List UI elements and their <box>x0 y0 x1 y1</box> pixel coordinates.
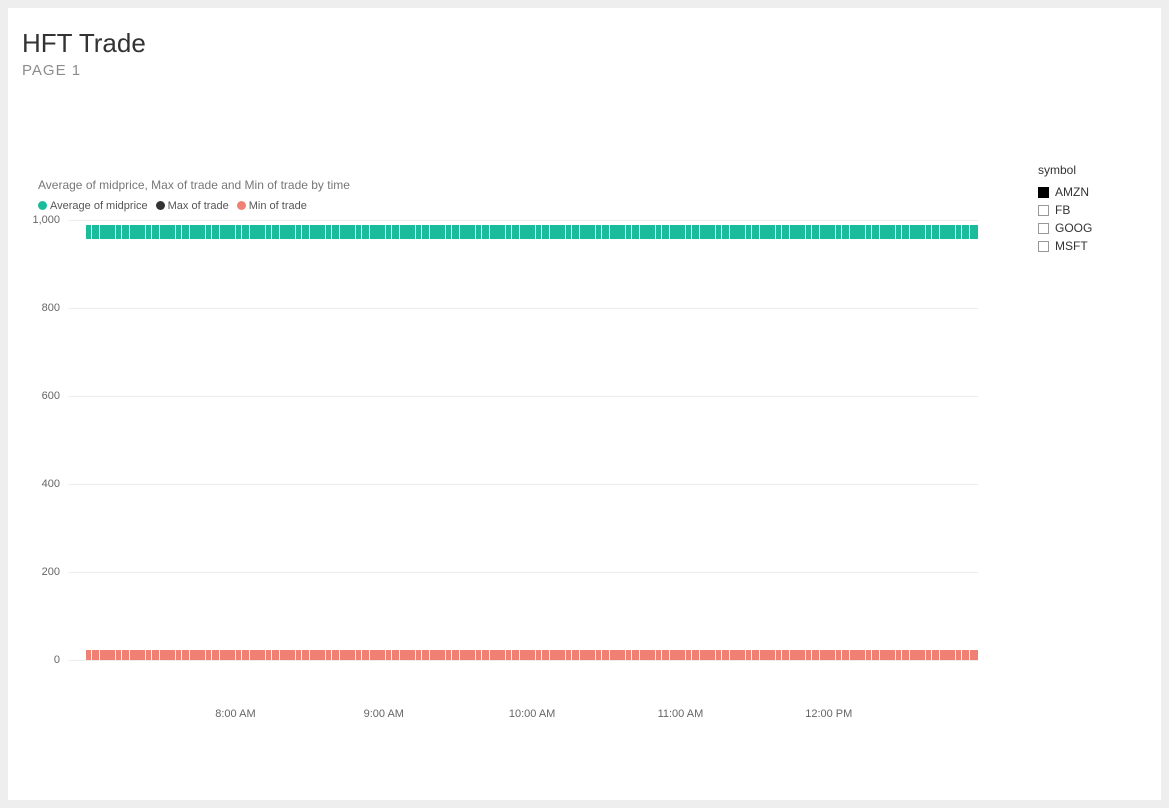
gridline <box>68 660 978 661</box>
gridline <box>68 396 978 397</box>
y-tick-label: 1,000 <box>20 214 60 226</box>
gridline <box>68 572 978 573</box>
slicer-item-label: MSFT <box>1055 239 1088 253</box>
chart-title: Average of midprice, Max of trade and Mi… <box>38 178 350 192</box>
y-tick-label: 800 <box>20 302 60 314</box>
report-canvas: HFT Trade PAGE 1 Average of midprice, Ma… <box>8 8 1161 800</box>
y-tick-label: 400 <box>20 478 60 490</box>
x-tick-label: 8:00 AM <box>215 708 255 720</box>
legend-item-max-trade[interactable]: Max of trade <box>156 200 229 212</box>
x-tick-label: 10:00 AM <box>509 708 555 720</box>
chart-plot-area[interactable]: 1,000 800 600 400 200 0 8:00 AM 9:00 AM … <box>68 220 978 660</box>
slicer-item-goog[interactable]: GOOG <box>1038 219 1148 237</box>
checkbox-icon[interactable] <box>1038 223 1049 234</box>
legend-label: Average of midprice <box>50 200 148 212</box>
legend-swatch-icon <box>237 201 246 210</box>
report-subtitle: PAGE 1 <box>22 62 81 79</box>
gridline <box>68 220 978 221</box>
chart-legend: Average of midprice Max of trade Min of … <box>38 200 307 212</box>
legend-swatch-icon <box>156 201 165 210</box>
legend-item-min-trade[interactable]: Min of trade <box>237 200 307 212</box>
y-tick-label: 0 <box>20 654 60 666</box>
report-title: HFT Trade <box>22 28 146 59</box>
slicer-item-fb[interactable]: FB <box>1038 201 1148 219</box>
x-tick-label: 9:00 AM <box>364 708 404 720</box>
legend-swatch-icon <box>38 201 47 210</box>
gridline <box>68 484 978 485</box>
checkbox-icon[interactable] <box>1038 205 1049 216</box>
slicer-title: symbol <box>1038 163 1148 177</box>
legend-label: Min of trade <box>249 200 307 212</box>
gridline <box>68 308 978 309</box>
slicer-item-amzn[interactable]: AMZN <box>1038 183 1148 201</box>
symbol-slicer[interactable]: symbol AMZN FB GOOG MSFT <box>1038 163 1148 255</box>
checkbox-icon[interactable] <box>1038 187 1049 198</box>
y-tick-label: 600 <box>20 390 60 402</box>
x-tick-label: 12:00 PM <box>805 708 852 720</box>
y-tick-label: 200 <box>20 566 60 578</box>
legend-item-avg-midprice[interactable]: Average of midprice <box>38 200 148 212</box>
series-min-trade <box>86 650 978 660</box>
slicer-item-label: GOOG <box>1055 221 1092 235</box>
slicer-item-label: AMZN <box>1055 185 1089 199</box>
legend-label: Max of trade <box>168 200 229 212</box>
slicer-item-label: FB <box>1055 203 1070 217</box>
x-tick-label: 11:00 AM <box>658 708 704 720</box>
checkbox-icon[interactable] <box>1038 241 1049 252</box>
series-avg-midprice <box>86 225 978 239</box>
slicer-item-msft[interactable]: MSFT <box>1038 237 1148 255</box>
